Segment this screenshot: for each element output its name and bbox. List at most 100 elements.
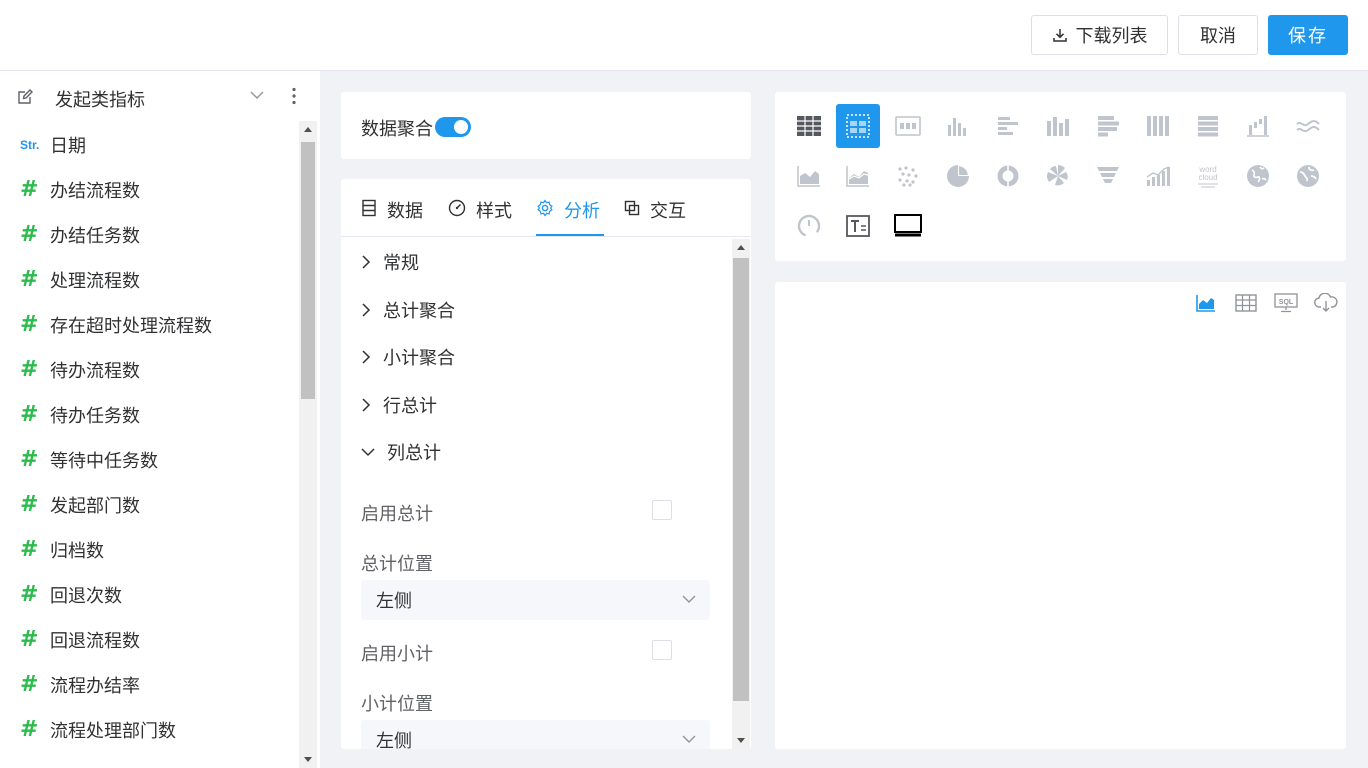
- field-label: 等待中任务数: [50, 450, 158, 471]
- horizontal-bar-icon[interactable]: [986, 104, 1030, 148]
- sidebar-scrollbar[interactable]: [299, 121, 317, 768]
- combo-chart-icon[interactable]: [1136, 154, 1180, 198]
- more-vertical-icon[interactable]: [289, 87, 299, 105]
- section-column-total[interactable]: 列总计: [361, 437, 441, 467]
- table-view-icon[interactable]: [1234, 291, 1258, 315]
- enable-total-label: 启用总计: [361, 504, 433, 524]
- scroll-down-arrow[interactable]: [299, 751, 317, 768]
- field-item[interactable]: # 流程处理部门数: [0, 707, 296, 752]
- field-label: 回退次数: [50, 585, 122, 606]
- section-subtotal-aggregation[interactable]: 小计聚合: [361, 342, 455, 372]
- pie-chart-icon[interactable]: [936, 154, 980, 198]
- cancel-button[interactable]: 取消: [1178, 15, 1258, 55]
- scroll-down-arrow[interactable]: [732, 732, 750, 749]
- download-icon: [1052, 27, 1068, 43]
- number-type-icon: #: [20, 717, 39, 742]
- number-type-icon: #: [20, 537, 39, 562]
- wave-line-icon[interactable]: [1286, 104, 1330, 148]
- field-item[interactable]: # 发起部门数: [0, 482, 296, 527]
- tab-interaction[interactable]: 交互: [624, 197, 686, 237]
- line-chart-icon[interactable]: [836, 154, 880, 198]
- stacked-column-icon[interactable]: [1136, 104, 1180, 148]
- string-type-icon: Str.: [20, 137, 40, 152]
- scroll-thumb[interactable]: [301, 142, 315, 399]
- edit-icon[interactable]: [16, 88, 34, 106]
- kpi-card-icon[interactable]: [886, 104, 930, 148]
- bar-chart-icon[interactable]: [936, 104, 980, 148]
- enable-subtotal-label: 启用小计: [361, 644, 433, 664]
- rose-chart-icon[interactable]: [1036, 154, 1080, 198]
- total-position-label: 总计位置: [361, 554, 433, 574]
- chevron-down-icon: [682, 735, 696, 743]
- number-type-icon: #: [20, 402, 39, 427]
- sql-view-icon[interactable]: SQL: [1274, 291, 1298, 315]
- number-type-icon: #: [20, 357, 39, 382]
- field-item[interactable]: # 处理流程数: [0, 257, 296, 302]
- number-type-icon: #: [20, 447, 39, 472]
- section-general[interactable]: 常规: [361, 247, 419, 277]
- enable-total-checkbox[interactable]: [652, 500, 672, 520]
- number-type-icon: #: [20, 492, 39, 517]
- subtotal-position-value: 左侧: [376, 731, 412, 749]
- sql-label: SQL: [1279, 299, 1294, 306]
- total-position-value: 左侧: [376, 591, 412, 611]
- download-list-label: 下载列表: [1075, 26, 1148, 46]
- dataset-selector[interactable]: 发起类指标: [0, 71, 320, 121]
- field-label: 待办任务数: [50, 405, 140, 426]
- funnel-icon[interactable]: [1086, 154, 1130, 198]
- aggregation-toggle[interactable]: [435, 117, 471, 137]
- scatter-icon[interactable]: [886, 154, 930, 198]
- field-label: 待办流程数: [50, 360, 140, 381]
- table-icon[interactable]: [787, 104, 831, 148]
- field-item[interactable]: Str. 日期: [0, 122, 296, 167]
- subtotal-position-select[interactable]: 左侧: [361, 720, 710, 749]
- gauge-icon[interactable]: [787, 204, 831, 248]
- enable-subtotal-checkbox[interactable]: [652, 640, 672, 660]
- field-item[interactable]: # 待办流程数: [0, 347, 296, 392]
- area-chart-view-icon[interactable]: [1194, 291, 1218, 315]
- text-icon[interactable]: [836, 204, 880, 248]
- chevron-down-icon[interactable]: [250, 90, 264, 100]
- field-item[interactable]: # 等待中任务数: [0, 437, 296, 482]
- scroll-thumb[interactable]: [733, 258, 749, 701]
- world-map-icon[interactable]: [1286, 154, 1330, 198]
- waterfall-icon[interactable]: [1236, 104, 1280, 148]
- grouped-bar-icon[interactable]: [1036, 104, 1080, 148]
- field-item[interactable]: # 存在超时处理流程数: [0, 302, 296, 347]
- scroll-up-arrow[interactable]: [299, 121, 317, 138]
- stacked-horizontal-bar-icon[interactable]: [1086, 104, 1130, 148]
- tab-data[interactable]: 数据: [361, 197, 423, 237]
- field-item[interactable]: # 待办任务数: [0, 392, 296, 437]
- tab-style[interactable]: 样式: [448, 197, 512, 237]
- field-label: 流程处理部门数: [50, 720, 176, 741]
- pivot-table-icon[interactable]: [836, 104, 880, 148]
- globe-icon[interactable]: [1236, 154, 1280, 198]
- config-scrollbar[interactable]: [732, 239, 750, 749]
- field-item[interactable]: # 办结流程数: [0, 167, 296, 212]
- field-item[interactable]: # 办结任务数: [0, 212, 296, 257]
- tab-analysis[interactable]: 分析: [536, 197, 600, 237]
- section-row-total[interactable]: 行总计: [361, 390, 437, 420]
- field-item[interactable]: # 回退次数: [0, 572, 296, 617]
- donut-chart-icon[interactable]: [986, 154, 1030, 198]
- config-tabs: 数据 样式 分析 交互: [341, 179, 751, 237]
- download-list-button[interactable]: 下载列表: [1031, 15, 1168, 55]
- section-total-aggregation[interactable]: 总计聚合: [361, 295, 455, 325]
- monitor-icon[interactable]: [886, 204, 930, 248]
- number-type-icon: #: [20, 177, 39, 202]
- field-label: 回退流程数: [50, 630, 140, 651]
- top-toolbar: 下载列表 取消 保存: [0, 0, 1368, 71]
- horizontal-stack-icon[interactable]: [1186, 104, 1230, 148]
- field-label: 流程办结率: [50, 675, 140, 696]
- aggregation-label: 数据聚合: [361, 119, 433, 139]
- area-chart-icon[interactable]: [787, 154, 831, 198]
- config-panel: 数据 样式 分析 交互 常规 总计聚合 小计聚合 行总计 列总计 启用总计 总计…: [341, 179, 751, 749]
- field-item[interactable]: # 回退流程数: [0, 617, 296, 662]
- save-button[interactable]: 保存: [1268, 15, 1348, 55]
- word-cloud-icon[interactable]: word cloud: [1186, 154, 1230, 198]
- total-position-select[interactable]: 左侧: [361, 580, 710, 620]
- scroll-up-arrow[interactable]: [732, 239, 750, 256]
- field-item[interactable]: # 归档数: [0, 527, 296, 572]
- field-item[interactable]: # 流程办结率: [0, 662, 296, 707]
- cloud-download-icon[interactable]: [1314, 291, 1338, 315]
